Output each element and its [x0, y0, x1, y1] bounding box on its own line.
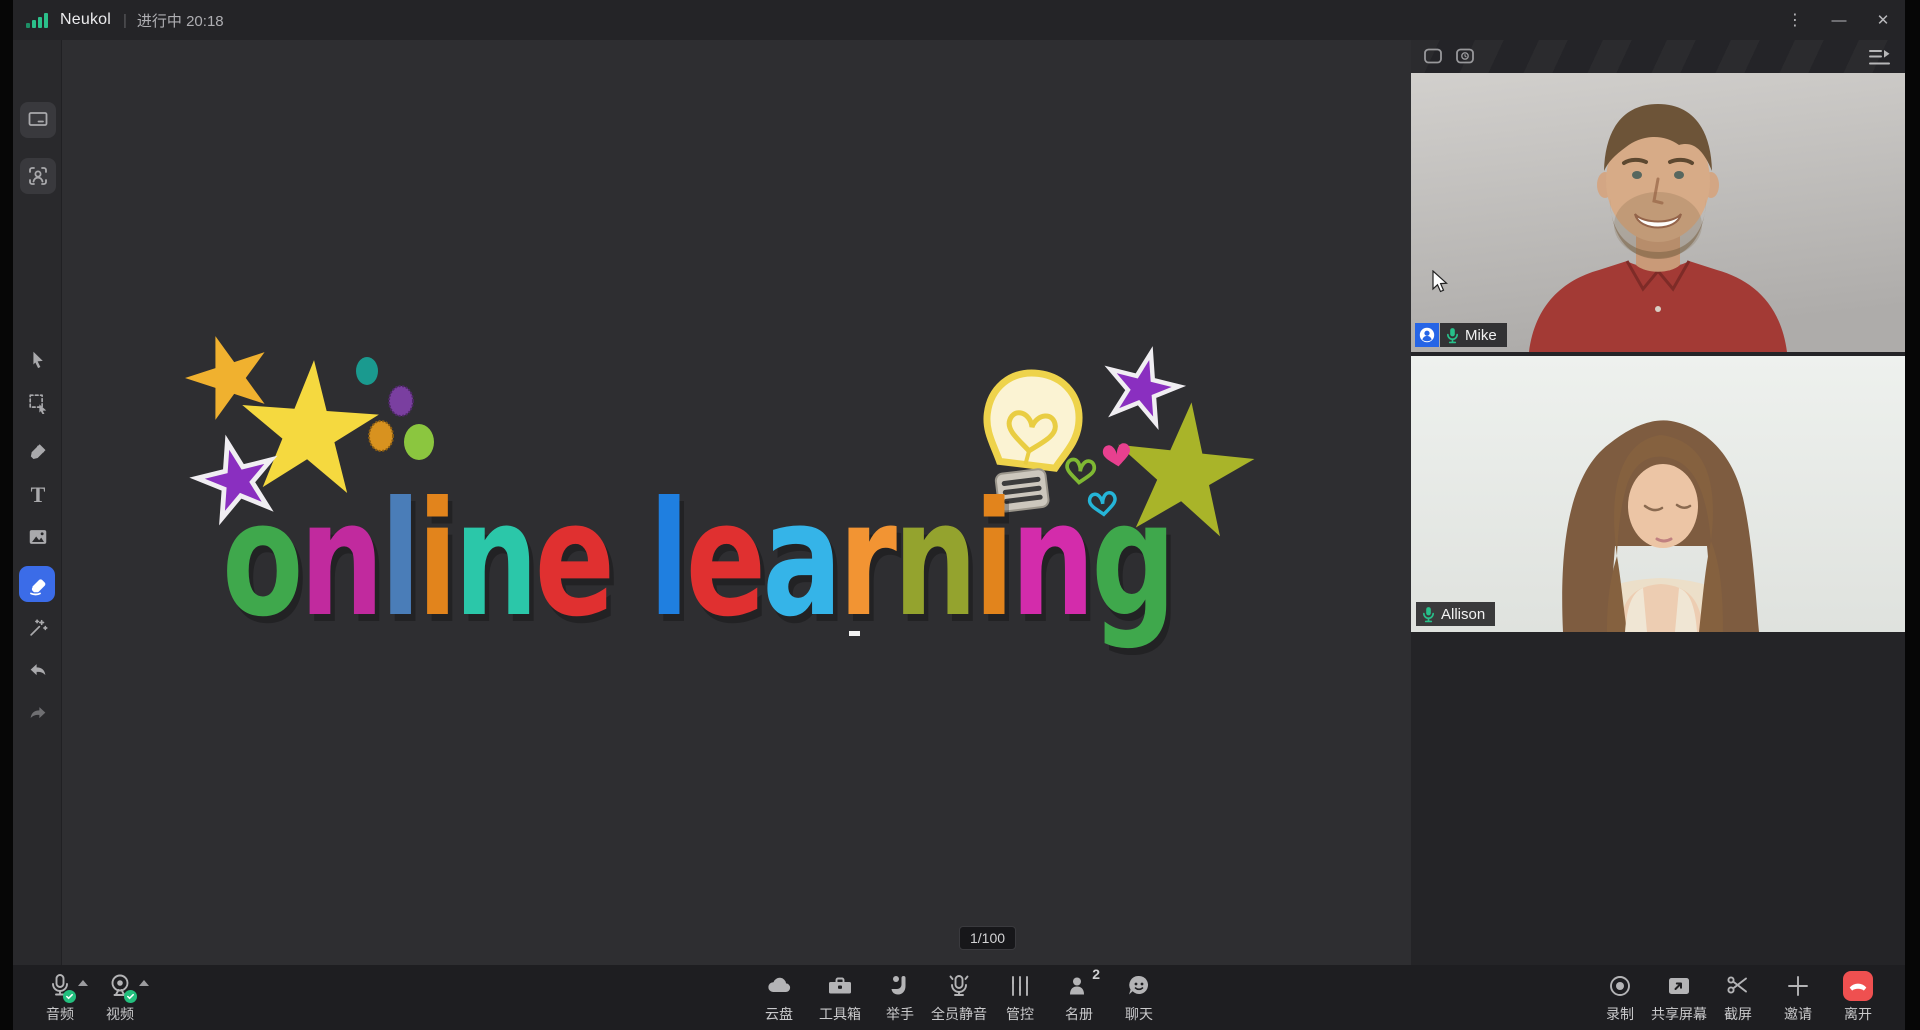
redo-button[interactable] — [24, 700, 52, 728]
bottom-toolbar: 音频 视频 云盘 工具箱 举手 全员静音 管控 2 名册 聊天 录制 共享屏幕 … — [13, 965, 1905, 1030]
collapse-panel-icon[interactable] — [1869, 47, 1891, 67]
video-options-caret[interactable] — [139, 980, 149, 986]
art-letter: n — [893, 468, 977, 652]
cursor-select-icon — [33, 351, 43, 369]
close-button[interactable]: ✕ — [1861, 0, 1905, 40]
screenshot-button[interactable]: 截屏 — [1706, 971, 1770, 1024]
raise-hand-icon — [891, 976, 906, 995]
chat-button[interactable]: 聊天 — [1099, 971, 1179, 1024]
video-on-check-icon — [124, 990, 137, 1003]
page-indicator: 1/100 — [959, 926, 1017, 950]
art-letter: n — [454, 468, 538, 652]
audio-on-check-icon — [63, 990, 76, 1003]
undo-icon — [30, 664, 46, 676]
whiteboard-mode-button[interactable] — [20, 102, 56, 138]
marquee-select-tool[interactable] — [24, 389, 52, 417]
mike-video-feed — [1411, 73, 1905, 352]
mute-all-icon — [949, 975, 969, 996]
more-menu-button[interactable]: ⋮ — [1773, 0, 1817, 40]
participant-name: Allison — [1441, 605, 1486, 623]
timer-view-icon[interactable] — [1455, 47, 1475, 65]
plus-icon — [1788, 976, 1808, 996]
art-letter: i — [973, 468, 1015, 652]
eraser-icon — [30, 579, 46, 596]
marquee-select-icon — [29, 394, 47, 414]
text-tool-icon: T — [30, 482, 46, 507]
marker-pen-icon — [30, 444, 46, 459]
cloud-icon — [768, 977, 791, 993]
window-controls: ⋮ — ✕ — [1773, 0, 1905, 40]
dot-green — [404, 424, 434, 460]
magic-tool[interactable] — [24, 614, 52, 642]
mic-on-icon — [1447, 327, 1458, 343]
allison-video-feed — [1411, 356, 1905, 632]
chat-bubble-icon — [1129, 975, 1149, 995]
art-letter: l — [648, 468, 690, 652]
host-badge-icon — [1415, 323, 1439, 347]
leave-call-icon — [1843, 971, 1873, 1001]
video-panel: Mike Allison — [1411, 40, 1905, 965]
title-bar: Neukol | 进行中 20:18 ⋮ — ✕ — [13, 0, 1905, 40]
dot-purple — [388, 385, 414, 417]
redo-icon — [30, 707, 46, 719]
eraser-tool-active[interactable] — [19, 566, 55, 602]
pen-tool[interactable] — [24, 438, 52, 466]
person-focus-icon — [29, 167, 47, 185]
participant-label-allison: Allison — [1416, 602, 1496, 626]
art-letter: a — [762, 468, 842, 652]
online-learning-wordart: online learning — [222, 481, 1176, 639]
whiteboard-canvas[interactable]: online learning 1/100 — [61, 40, 1411, 965]
participant-name: Mike — [1465, 326, 1497, 344]
app-name: Neukol — [60, 11, 112, 28]
video-tile-allison[interactable]: Allison — [1411, 356, 1905, 632]
art-letter: o — [222, 468, 303, 652]
title-separator: | — [123, 11, 127, 29]
audio-options-caret[interactable] — [78, 980, 88, 986]
art-letter: e — [534, 468, 615, 652]
select-tool[interactable] — [24, 346, 52, 374]
art-letter: i — [417, 468, 458, 652]
image-icon — [29, 530, 47, 544]
art-letter — [611, 468, 649, 652]
roster-person-icon — [1070, 977, 1084, 995]
app-window: Neukol | 进行中 20:18 ⋮ — ✕ T online learni… — [0, 0, 1920, 1030]
eraser-mark — [849, 631, 860, 636]
art-letter: l — [380, 468, 421, 652]
audio-button[interactable]: 音频 — [28, 971, 92, 1024]
undo-button[interactable] — [24, 657, 52, 685]
star-purple-right — [1104, 346, 1187, 431]
art-letter: g — [1091, 468, 1176, 652]
toolbox-icon — [829, 977, 851, 994]
sliders-icon — [1012, 976, 1028, 996]
whiteboard-icon — [28, 112, 48, 126]
record-icon — [1610, 976, 1630, 996]
meeting-status: 进行中 20:18 — [136, 12, 224, 30]
participant-label-mike: Mike — [1415, 323, 1507, 347]
invite-button[interactable]: 邀请 — [1766, 971, 1830, 1024]
magic-wand-icon — [30, 619, 48, 636]
whiteboard-sidebar: T — [13, 40, 61, 965]
focus-mode-button[interactable] — [20, 158, 56, 194]
art-letter: e — [685, 468, 766, 652]
leave-button[interactable]: 离开 — [1826, 971, 1890, 1024]
video-panel-header — [1411, 40, 1905, 73]
heart-pink — [1102, 443, 1130, 467]
signal-strength-icon — [26, 12, 48, 28]
video-button[interactable]: 视频 — [88, 971, 152, 1024]
dot-teal — [356, 357, 378, 385]
mic-on-icon — [1423, 606, 1434, 622]
scissors-icon — [1727, 976, 1747, 994]
view-mode-icon[interactable] — [1423, 47, 1443, 65]
text-tool[interactable]: T — [24, 481, 52, 509]
image-tool[interactable] — [24, 523, 52, 551]
art-letter: n — [1010, 468, 1095, 652]
share-screen-icon — [1669, 978, 1689, 994]
video-tile-mike[interactable]: Mike — [1411, 73, 1905, 352]
dot-orange — [368, 420, 394, 452]
art-letter: n — [299, 468, 384, 652]
minimize-button[interactable]: — — [1817, 0, 1861, 40]
art-letter: r — [838, 468, 897, 652]
